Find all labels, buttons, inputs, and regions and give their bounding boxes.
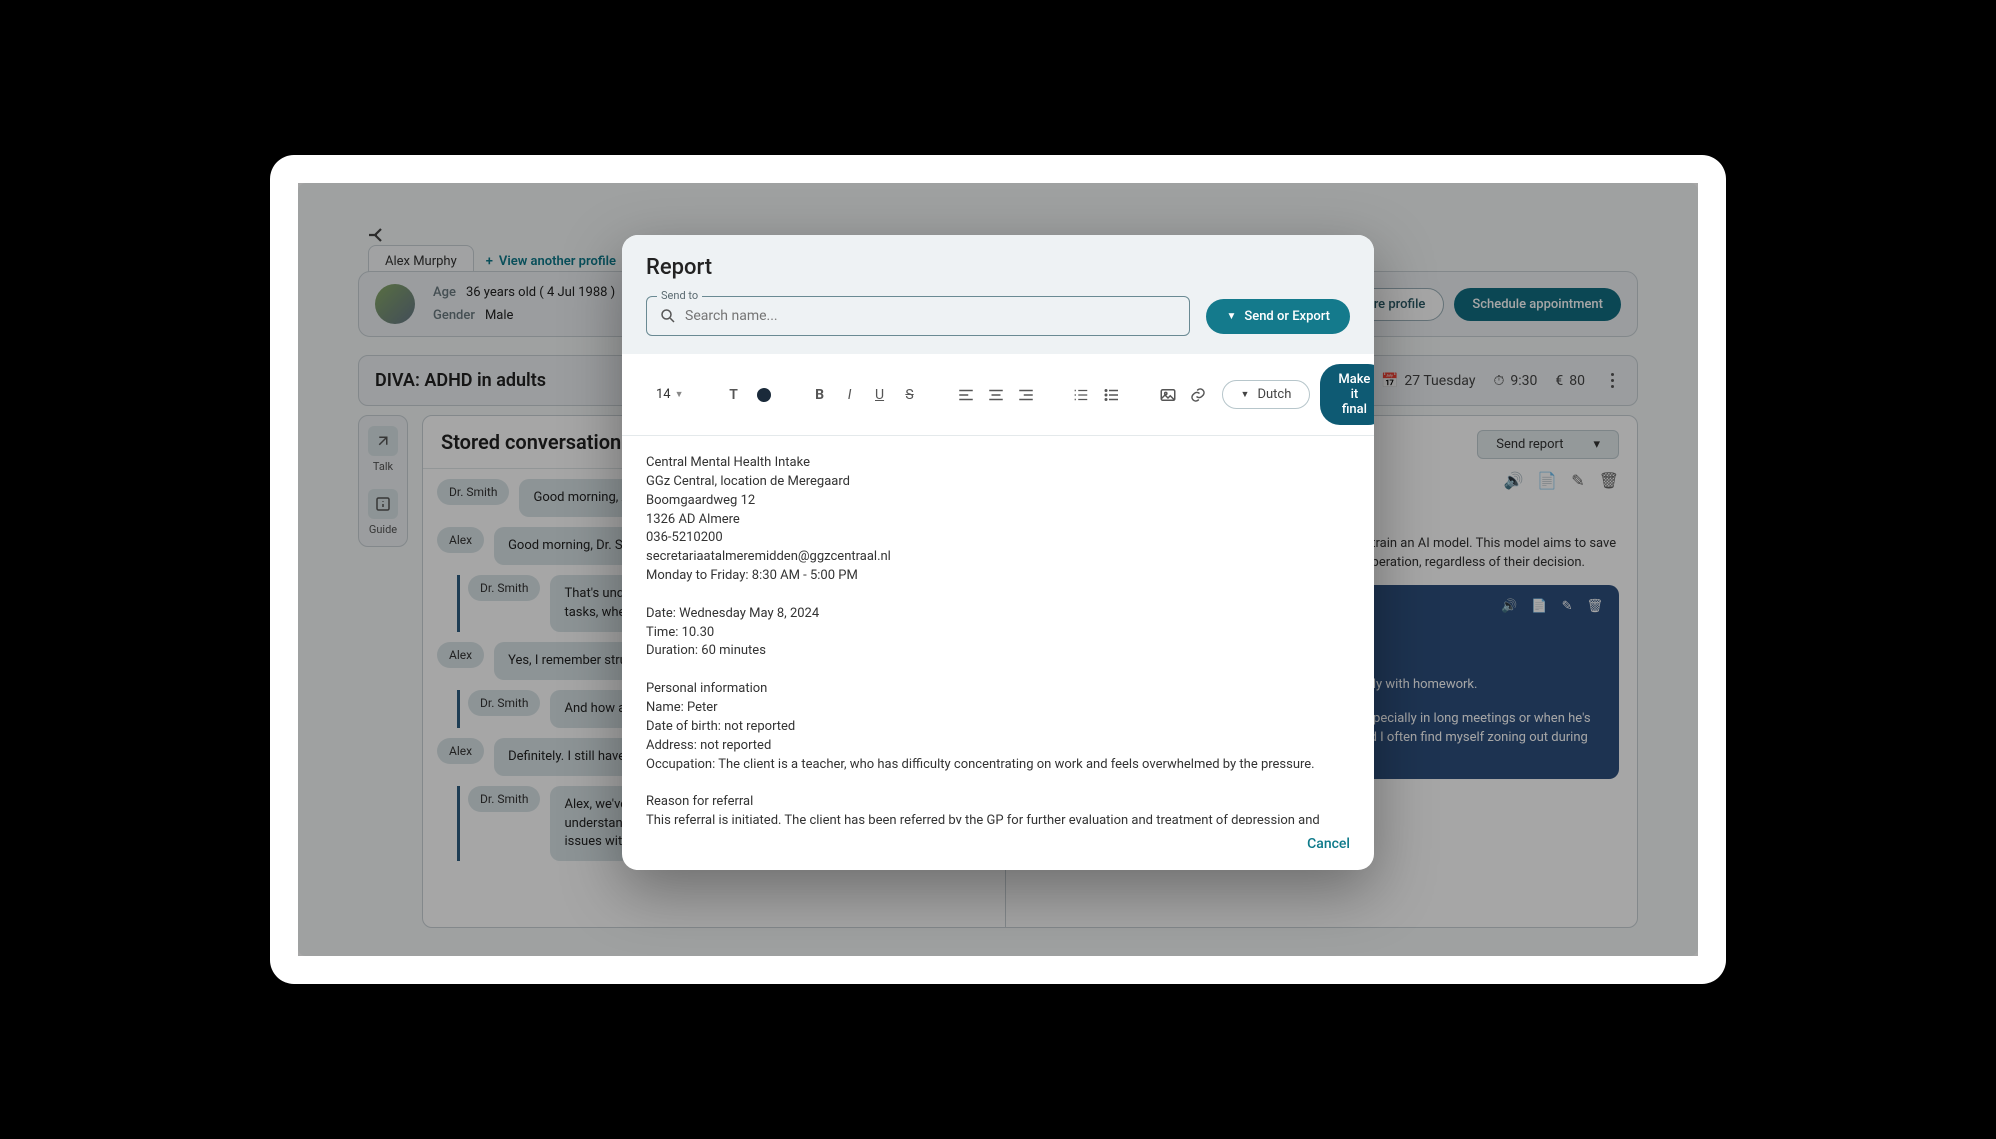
report-editor[interactable]: Central Mental Health Intake GGz Central…	[622, 436, 1374, 824]
align-center-icon	[987, 386, 1005, 404]
speaker-badge: Dr. Smith	[437, 479, 509, 505]
talk-label: Talk	[373, 460, 393, 473]
copy-icon[interactable]: 📄	[1531, 597, 1547, 617]
strikethrough-button[interactable]: S	[896, 381, 924, 409]
cancel-button[interactable]: Cancel	[1307, 836, 1350, 852]
bullet-list-icon	[1103, 386, 1121, 404]
align-right-button[interactable]	[1012, 381, 1040, 409]
link-icon	[1189, 386, 1207, 404]
session-title: DIVA: ADHD in adults	[375, 370, 546, 391]
help-icon	[374, 495, 392, 513]
speaker-badge: Alex	[437, 642, 484, 668]
speaker-badge: Alex	[437, 527, 484, 553]
edit-icon[interactable]: ✎	[1562, 597, 1573, 617]
send-report-dropdown[interactable]: Send report ▾	[1477, 430, 1619, 459]
send-export-button[interactable]: ▼ Send or Export	[1206, 299, 1350, 334]
send-to-label: Send to	[657, 289, 702, 302]
make-final-button[interactable]: Make it final	[1320, 364, 1374, 425]
send-to-field[interactable]: Send to	[646, 296, 1190, 336]
chevron-down-icon: ▼	[1226, 311, 1236, 322]
delete-icon[interactable]: 🗑	[1586, 597, 1603, 617]
guide-tool[interactable]: Guide	[368, 489, 398, 536]
speaker-badge: Dr. Smith	[468, 786, 540, 812]
view-another-profile[interactable]: + View another profile	[486, 254, 616, 269]
side-tool-panel: Talk Guide	[358, 415, 408, 547]
delete-icon[interactable]: 🗑	[1599, 471, 1619, 490]
search-icon	[659, 307, 677, 325]
align-center-button[interactable]	[982, 381, 1010, 409]
text-color-button[interactable]: T	[720, 381, 748, 409]
arrow-left-icon	[366, 223, 390, 247]
edit-icon[interactable]: ✎	[1571, 471, 1584, 490]
bold-button[interactable]: B	[806, 381, 834, 409]
underline-button[interactable]: U	[866, 381, 894, 409]
copy-icon[interactable]: 📄	[1537, 471, 1557, 490]
italic-button[interactable]: I	[836, 381, 864, 409]
gender-label: Gender	[433, 308, 475, 323]
volume-icon[interactable]: 🔊	[1501, 597, 1517, 617]
speaker-badge: Dr. Smith	[468, 575, 540, 601]
language-label: Dutch	[1257, 387, 1291, 402]
report-modal: Report Send to ▼ Send or Export 14	[622, 235, 1374, 870]
view-another-label: View another profile	[499, 254, 616, 269]
image-button[interactable]	[1154, 381, 1182, 409]
clock-icon: ⏱	[1493, 373, 1504, 389]
session-cost: €80	[1555, 373, 1585, 389]
speaker-badge: Alex	[437, 738, 484, 764]
send-export-label: Send or Export	[1244, 309, 1330, 324]
link-button[interactable]	[1184, 381, 1212, 409]
modal-title: Report	[646, 255, 1350, 280]
euro-icon: €	[1555, 373, 1563, 389]
ordered-list-button[interactable]	[1068, 381, 1096, 409]
volume-icon[interactable]: 🔊	[1503, 471, 1523, 490]
plus-icon: +	[486, 254, 493, 269]
age-label: Age	[433, 285, 456, 300]
font-size-value: 14	[656, 387, 671, 402]
search-input[interactable]	[685, 308, 1177, 324]
send-report-label: Send report	[1496, 437, 1563, 452]
font-size-select[interactable]: 14 ▼	[648, 383, 692, 406]
expand-icon	[374, 432, 392, 450]
color-picker-button[interactable]	[750, 381, 778, 409]
align-left-icon	[957, 386, 975, 404]
session-time: ⏱9:30	[1493, 373, 1537, 389]
schedule-appointment-button[interactable]: Schedule appointment	[1454, 288, 1621, 321]
language-select[interactable]: ▼ Dutch	[1222, 380, 1311, 409]
gender-value: Male	[485, 308, 513, 323]
age-value: 36 years old ( 4 Jul 1988 )	[466, 285, 615, 300]
image-icon	[1159, 386, 1177, 404]
chevron-down-icon: ▼	[1241, 389, 1250, 400]
avatar	[375, 284, 415, 324]
color-dot-icon	[757, 388, 771, 402]
session-date: 📅27 Tuesday	[1381, 373, 1475, 389]
align-left-button[interactable]	[952, 381, 980, 409]
align-right-icon	[1017, 386, 1035, 404]
calendar-icon: 📅	[1381, 373, 1398, 389]
bullet-list-button[interactable]	[1098, 381, 1126, 409]
chevron-down-icon: ▾	[1593, 437, 1600, 452]
talk-tool[interactable]: Talk	[368, 426, 398, 473]
speaker-badge: Dr. Smith	[468, 690, 540, 716]
editor-toolbar: 14 ▼ T B I U S	[622, 354, 1374, 436]
chevron-down-icon: ▼	[675, 389, 684, 400]
guide-label: Guide	[369, 523, 397, 536]
ordered-list-icon	[1073, 386, 1091, 404]
more-menu[interactable]	[1603, 373, 1621, 388]
